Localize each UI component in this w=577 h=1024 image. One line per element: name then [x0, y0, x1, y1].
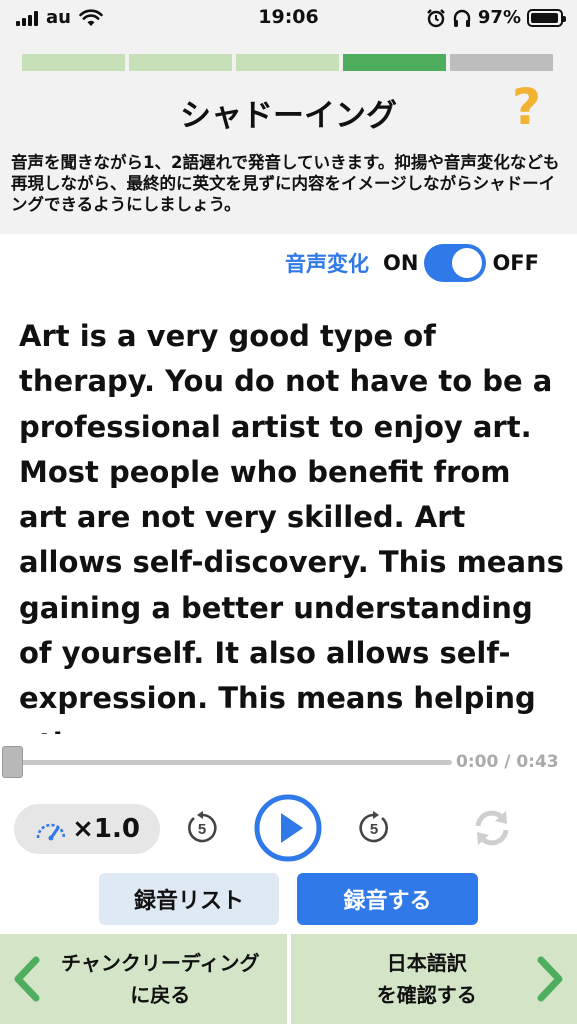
voice-change-switch[interactable]	[424, 244, 487, 282]
seek-handle[interactable]	[2, 746, 23, 778]
passage-scroll-area[interactable]: Art is a very good type of therapy. You …	[0, 306, 577, 734]
bottom-navigation: チャンクリーディング に戻る 日本語訳 を確認する	[0, 934, 577, 1024]
record-button[interactable]: 録音する	[297, 873, 478, 925]
headphones-icon	[453, 9, 471, 27]
chevron-right-icon	[537, 956, 563, 1002]
progress-segment-current	[343, 54, 446, 71]
help-icon[interactable]: ?	[512, 82, 541, 132]
next-nav-line1: 日本語訳	[386, 951, 467, 975]
play-icon	[254, 794, 322, 862]
recording-list-button[interactable]: 録音リスト	[99, 873, 279, 925]
progress-segment-done	[236, 54, 339, 71]
header: シャドーイング ? 音声を聞きながら1、2語遅れで発音していきます。抑揚や音声変…	[0, 36, 577, 234]
voice-change-toggle-row: 音声変化 ON OFF	[285, 244, 539, 282]
repeat-button[interactable]	[470, 806, 514, 850]
step-progress	[22, 54, 553, 71]
forward-seconds: 5	[370, 821, 378, 838]
chevron-left-icon	[14, 956, 40, 1002]
alarm-icon	[427, 8, 445, 27]
play-button[interactable]	[253, 793, 323, 863]
voice-change-label[interactable]: 音声変化	[285, 248, 369, 278]
toggle-on-label: ON	[383, 251, 419, 275]
prev-nav-line2: に戻る	[130, 983, 191, 1007]
speed-button[interactable]: ×1.0	[14, 804, 160, 854]
page-title: シャドーイング	[180, 98, 397, 134]
rewind-icon: 5	[188, 811, 217, 843]
battery-fill	[531, 12, 559, 23]
status-bar: au 19:06 97%	[0, 0, 577, 36]
progress-segment-done	[129, 54, 232, 71]
battery-percent: 97%	[477, 7, 521, 28]
rewind-5-button[interactable]: 5	[184, 810, 220, 846]
forward-icon: 5	[359, 811, 388, 843]
check-translation-button[interactable]: 日本語訳 を確認する	[290, 934, 577, 1024]
next-nav-line2: を確認する	[376, 983, 477, 1007]
next-nav-text: 日本語訳 を確認する	[377, 947, 491, 1011]
seek-track[interactable]	[12, 760, 452, 765]
toggle-off-label: OFF	[492, 251, 539, 275]
switch-knob	[452, 248, 483, 278]
battery-icon	[527, 8, 566, 27]
progress-segment-done	[22, 54, 125, 71]
repeat-icon	[475, 810, 509, 846]
forward-5-button[interactable]: 5	[356, 810, 392, 846]
recording-row: 録音リスト 録音する	[0, 872, 577, 928]
rewind-seconds: 5	[198, 821, 206, 838]
player-controls: ×1.0 5 5	[0, 792, 577, 868]
speed-label: ×1.0	[72, 814, 140, 844]
back-to-chunk-reading-button[interactable]: チャンクリーディング に戻る	[0, 934, 287, 1024]
prev-nav-line1: チャンクリーディング	[61, 951, 260, 975]
audio-seek-bar: 0:00 / 0:43	[0, 740, 577, 784]
speedometer-icon	[36, 823, 66, 841]
prev-nav-text: チャンクリーディング に戻る	[27, 947, 259, 1011]
progress-segment-todo	[450, 54, 553, 71]
playback-time: 0:00 / 0:43	[456, 752, 559, 772]
passage-text: Art is a very good type of therapy. You …	[19, 319, 564, 734]
status-right: 97%	[426, 7, 566, 28]
instructions-text: 音声を聞きながら1、2語遅れで発音していきます。抑揚や音声変化なども再現しながら…	[11, 153, 560, 214]
